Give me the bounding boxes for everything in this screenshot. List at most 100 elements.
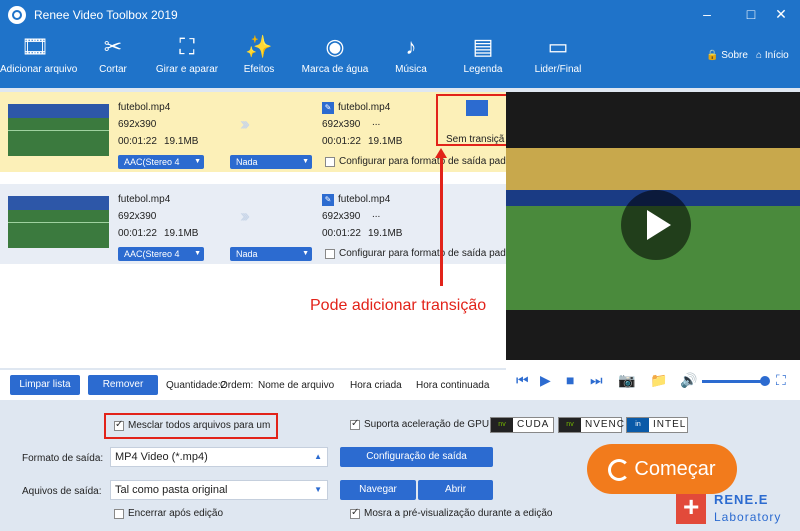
previous-icon[interactable]: ⏮ — [516, 372, 529, 389]
tool-watermark[interactable]: ◉ Marca de água — [298, 34, 372, 75]
tool-rotate-crop[interactable]: ⛶ Girar e aparar — [150, 34, 224, 75]
output-folder-select[interactable]: Tal como pasta original — [110, 480, 328, 500]
cross-logo-icon — [676, 491, 706, 524]
next-icon[interactable]: ⏭ — [590, 372, 603, 389]
main-toolbar: 🎞 Adicionar arquivo ✂ Cortar ⛶ Girar e a… — [0, 30, 800, 88]
tool-label: Marca de água — [301, 64, 369, 75]
output-folder-label: Aquivos de saída: — [22, 486, 102, 497]
file-resolution: 692x390 — [118, 211, 157, 222]
tool-label: Girar e aparar — [155, 64, 219, 75]
tool-effects[interactable]: ✨ Efeitos — [236, 34, 282, 75]
scissors-icon: ✂ — [103, 34, 123, 59]
folder-icon[interactable]: 📁 — [650, 372, 667, 389]
intel-icon: in — [627, 418, 649, 432]
gpu-checkbox[interactable] — [350, 418, 360, 430]
tool-label: Cortar — [99, 64, 127, 75]
fullscreen-icon[interactable]: ⛶ — [776, 372, 786, 389]
gpu-option-intel[interactable]: in INTEL — [626, 417, 688, 433]
home-link[interactable]: ⌂ Início — [756, 50, 789, 61]
audio-track-dropdown[interactable]: AAC(Stereo 4 — [118, 155, 204, 169]
output-size: 19.1MB — [368, 228, 403, 239]
clear-list-button[interactable]: Limpar lista — [10, 375, 80, 395]
tool-label: Legenda — [463, 64, 503, 75]
title-bar: Renee Video Toolbox 2019 – □ ✕ — [0, 0, 800, 30]
volume-slider-knob[interactable] — [760, 376, 770, 386]
app-logo-icon — [8, 6, 26, 24]
remove-button[interactable]: Remover — [88, 375, 158, 395]
video-thumbnail — [8, 196, 109, 248]
merge-checkbox[interactable] — [114, 419, 124, 431]
file-duration: 00:01:22 — [118, 136, 157, 147]
minimize-button[interactable]: – — [698, 5, 716, 23]
output-config-button[interactable]: Configuração de saída — [340, 447, 493, 467]
format-select[interactable]: MP4 Video (*.mp4) — [110, 447, 328, 467]
play-icon[interactable]: ▶ — [540, 372, 551, 389]
merge-label: Mesclar todos arquivos para um — [128, 420, 271, 431]
crop-icon: ⛶ — [179, 34, 195, 59]
about-link[interactable]: 🔒 Sobre — [706, 50, 748, 61]
volume-slider[interactable] — [702, 380, 764, 383]
sort-by-name[interactable]: Nome de arquivo — [258, 380, 334, 391]
audio-track-dropdown[interactable]: AAC(Stereo 4 — [118, 247, 204, 261]
close-button[interactable]: ✕ — [772, 5, 790, 23]
annotation-text: Pode adicionar transição — [310, 297, 487, 314]
play-overlay-icon[interactable] — [621, 190, 691, 260]
gpu-option-label: CUDA — [517, 419, 550, 430]
tool-add-file[interactable]: 🎞 Adicionar arquivo — [0, 34, 77, 75]
edit-name-icon[interactable]: ✎ — [322, 102, 334, 114]
output-resolution: 692x390 — [322, 119, 361, 130]
config-output-checkbox[interactable] — [325, 249, 335, 259]
subtitle-dropdown[interactable]: Nada — [230, 155, 312, 169]
watermark-logo: RENE.E Laboratory — [672, 490, 800, 530]
tool-intro-outro[interactable]: ▭ Lider/Final — [530, 34, 586, 75]
output-duration: 00:01:22 — [322, 228, 361, 239]
gpu-option-nvenc[interactable]: nv NVENC — [558, 417, 624, 433]
restore-button[interactable]: □ — [742, 5, 760, 23]
file-row-1[interactable]: futebol.mp4 692x390 00:01:22 19.1MB ››› … — [0, 92, 506, 172]
tool-music[interactable]: ♪ Música — [388, 34, 434, 75]
intro-outro-icon: ▭ — [547, 34, 569, 59]
subtitle-icon: ▤ — [472, 34, 494, 59]
file-row-2[interactable]: futebol.mp4 692x390 00:01:22 19.1MB ››› … — [0, 184, 506, 264]
file-list: futebol.mp4 692x390 00:01:22 19.1MB ››› … — [0, 92, 506, 368]
annotation-arrow — [435, 148, 447, 286]
preview-label: Mosra a pré-visualização durante a ediçã… — [364, 508, 553, 519]
start-label: Começar — [634, 458, 716, 480]
config-output-label: Configurar para formato de saída pad — [339, 156, 506, 167]
edit-name-icon[interactable]: ✎ — [322, 194, 334, 206]
tool-cut[interactable]: ✂ Cortar — [90, 34, 136, 75]
browse-button[interactable]: Navegar — [340, 480, 416, 500]
about-label: Sobre — [721, 50, 748, 61]
gpu-option-label: INTEL — [653, 419, 687, 430]
add-file-icon: 🎞 — [21, 34, 49, 59]
sort-by-created[interactable]: Hora criada — [350, 380, 402, 391]
shutdown-label: Encerrar após edição — [128, 508, 224, 519]
sort-by-continuous[interactable]: Hora continuada — [416, 380, 489, 391]
config-output-checkbox[interactable] — [325, 157, 335, 167]
format-label: Formato de saída: — [22, 453, 104, 464]
watermark-line1: RENE.E — [714, 492, 769, 507]
effects-icon: ✨ — [245, 34, 273, 59]
order-label: Ordem: — [220, 380, 254, 391]
transition-highlight — [436, 94, 508, 146]
nvidia-icon: nv — [559, 418, 581, 432]
stop-icon[interactable]: ■ — [566, 372, 574, 388]
shutdown-checkbox[interactable] — [114, 509, 124, 519]
output-resolution: 692x390 — [322, 211, 361, 222]
tool-label: Música — [395, 64, 427, 75]
open-button[interactable]: Abrir — [418, 480, 493, 500]
output-more[interactable]: ... — [372, 117, 380, 128]
refresh-icon — [608, 458, 631, 481]
snapshot-icon[interactable]: 📷 — [618, 372, 635, 389]
preview-checkbox[interactable] — [350, 507, 360, 519]
tool-subtitle[interactable]: ▤ Legenda — [458, 34, 508, 75]
gpu-option-cuda[interactable]: nv CUDA — [490, 417, 554, 433]
home-label: Início — [764, 50, 789, 61]
subtitle-dropdown[interactable]: Nada — [230, 247, 312, 261]
output-more[interactable]: ... — [372, 209, 380, 220]
volume-icon[interactable]: 🔊 — [680, 372, 697, 389]
gpu-label: Suporta aceleração de GPU — [364, 419, 490, 430]
output-size: 19.1MB — [368, 136, 403, 147]
home-icon: ⌂ — [756, 50, 763, 61]
start-button[interactable]: Começar — [587, 444, 737, 494]
